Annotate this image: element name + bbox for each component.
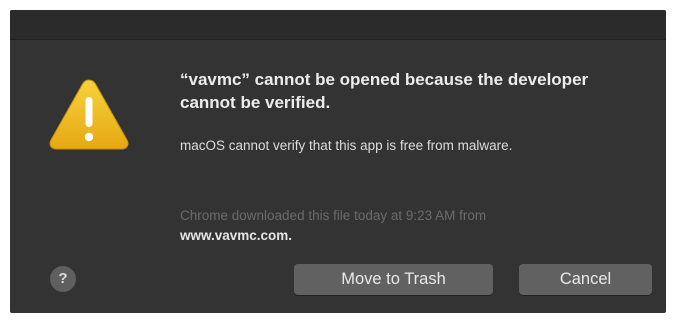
alert-dialog: “vavmc” cannot be opened because the dev…	[10, 10, 666, 313]
cancel-button[interactable]: Cancel	[519, 264, 652, 295]
download-info-text: Chrome downloaded this file today at 9:2…	[180, 208, 487, 223]
dialog-titlebar	[10, 10, 666, 40]
download-source-text: www.vavmc.com.	[180, 228, 293, 243]
warning-triangle-icon	[49, 79, 129, 150]
move-to-trash-button[interactable]: Move to Trash	[294, 264, 493, 295]
help-button[interactable]: ?	[50, 266, 76, 292]
dialog-headline: “vavmc” cannot be opened because the dev…	[180, 70, 589, 112]
dialog-detail: macOS cannot verify that this app is fre…	[180, 138, 513, 153]
help-icon: ?	[58, 270, 68, 287]
